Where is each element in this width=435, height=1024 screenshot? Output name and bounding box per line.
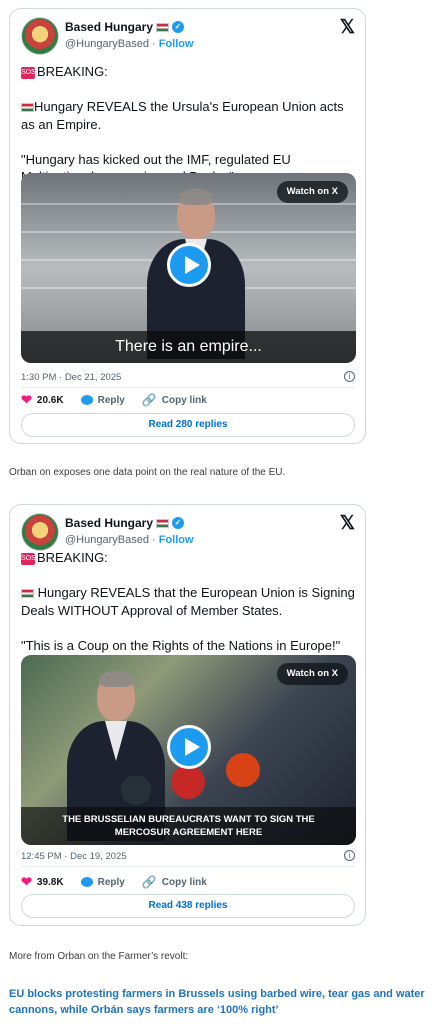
link-icon: 🔗 — [141, 875, 157, 889]
verified-badge-icon: ✓ — [172, 517, 185, 529]
author-name[interactable]: Based Hungary — [65, 516, 153, 530]
watch-on-x-button[interactable]: Watch on X — [276, 663, 348, 685]
read-replies-button[interactable]: Read 280 replies — [21, 413, 355, 437]
microphone — [226, 753, 260, 787]
separator: · — [152, 38, 156, 50]
handle-line: @HungaryBased · Follow — [65, 38, 194, 50]
info-icon[interactable]: i — [344, 371, 355, 382]
tweet-timestamp[interactable]: 1:30 PM · Dec 21, 2025 — [21, 372, 121, 383]
reply-icon — [80, 877, 93, 887]
author-name-line[interactable]: Based Hungary ✓ — [65, 20, 185, 34]
video-caption: There is an empire... — [21, 331, 356, 363]
reply-button[interactable]: Reply — [80, 876, 125, 888]
verified-badge-icon: ✓ — [172, 21, 185, 33]
divider — [21, 866, 355, 867]
author-handle[interactable]: @HungaryBased — [65, 38, 149, 50]
copy-link-button[interactable]: 🔗 Copy link — [142, 875, 207, 889]
tweet-card-1: Based Hungary ✓ @HungaryBased · Follow 𝕏… — [9, 8, 366, 444]
tweet-body: Hungary REVEALS the Ursula's European Un… — [21, 99, 344, 184]
watch-on-x-button[interactable]: Watch on X — [276, 181, 348, 203]
tweet-header: Based Hungary ✓ @HungaryBased · Follow 𝕏 — [21, 17, 355, 57]
tweet-card-2: Based Hungary ✓ @HungaryBased · Follow 𝕏… — [9, 504, 366, 926]
tweet-timestamp-row: 12:45 PM · Dec 19, 2025 i — [21, 850, 355, 862]
tweet-header: Based Hungary ✓ @HungaryBased · Follow 𝕏 — [21, 513, 355, 553]
copy-link-label: Copy link — [161, 876, 207, 888]
author-handle[interactable]: @HungaryBased — [65, 534, 149, 546]
like-count: 20.6K — [36, 394, 64, 406]
hungary-flag-icon — [156, 22, 170, 32]
heart-icon: ❤ — [21, 874, 32, 889]
author-name-line[interactable]: Based Hungary ✓ — [65, 516, 185, 530]
reply-label: Reply — [97, 876, 125, 888]
reply-icon — [80, 395, 93, 405]
separator: · — [152, 534, 156, 546]
read-replies-button[interactable]: Read 438 replies — [21, 894, 355, 918]
x-logo-icon[interactable]: 𝕏 — [340, 17, 355, 39]
tweet-actions: ❤ 39.8K Reply 🔗 Copy link — [21, 873, 355, 891]
article-paragraph: Orban on exposes one data point on the r… — [9, 467, 286, 478]
author-name[interactable]: Based Hungary — [65, 20, 153, 34]
breaking-label: BREAKING: — [37, 64, 108, 79]
sos-icon: SOS — [21, 552, 36, 565]
sos-icon: SOS — [21, 66, 36, 79]
x-logo-icon[interactable]: 𝕏 — [340, 513, 355, 535]
hungary-flag-icon — [21, 103, 34, 113]
video-thumbnail[interactable]: Watch on X There is an empire... — [21, 173, 356, 363]
reply-label: Reply — [97, 394, 125, 406]
breaking-label: BREAKING: — [37, 550, 108, 565]
link-icon: 🔗 — [141, 393, 157, 407]
tweet-actions: ❤ 20.6K Reply 🔗 Copy link — [21, 391, 355, 409]
like-count: 39.8K — [36, 876, 64, 888]
copy-link-button[interactable]: 🔗 Copy link — [142, 393, 207, 407]
microphone — [171, 765, 205, 799]
article-paragraph: More from Orban on the Farmer’s revolt: — [9, 951, 189, 962]
like-button[interactable]: ❤ 39.8K — [21, 874, 64, 890]
divider — [21, 387, 355, 388]
hungary-flag-icon — [156, 518, 170, 528]
avatar[interactable] — [21, 17, 59, 55]
like-button[interactable]: ❤ 20.6K — [21, 392, 64, 408]
article-link[interactable]: EU blocks protesting farmers in Brussels… — [9, 986, 429, 1018]
video-caption: THE BRUSSELIAN BUREAUCRATS WANT TO SIGN … — [21, 807, 356, 845]
tweet-text: SOSBREAKING: Hungary REVEALS that the Eu… — [21, 549, 355, 654]
info-icon[interactable]: i — [344, 850, 355, 861]
tweet-body: Hungary REVEALS that the European Union … — [21, 585, 355, 653]
play-icon[interactable] — [167, 243, 211, 287]
follow-button[interactable]: Follow — [159, 38, 194, 50]
hungary-flag-icon — [21, 589, 34, 599]
microphone — [121, 775, 151, 805]
heart-icon: ❤ — [21, 392, 32, 407]
copy-link-label: Copy link — [161, 394, 207, 406]
follow-button[interactable]: Follow — [159, 534, 194, 546]
avatar[interactable] — [21, 513, 59, 551]
tweet-text: SOSBREAKING: Hungary REVEALS the Ursula'… — [21, 63, 355, 186]
tweet-timestamp[interactable]: 12:45 PM · Dec 19, 2025 — [21, 851, 127, 862]
handle-line: @HungaryBased · Follow — [65, 534, 194, 546]
play-icon[interactable] — [167, 725, 211, 769]
video-thumbnail[interactable]: Watch on X THE BRUSSELIAN BUREAUCRATS WA… — [21, 655, 356, 845]
reply-button[interactable]: Reply — [80, 394, 125, 406]
tweet-timestamp-row: 1:30 PM · Dec 21, 2025 i — [21, 371, 355, 383]
